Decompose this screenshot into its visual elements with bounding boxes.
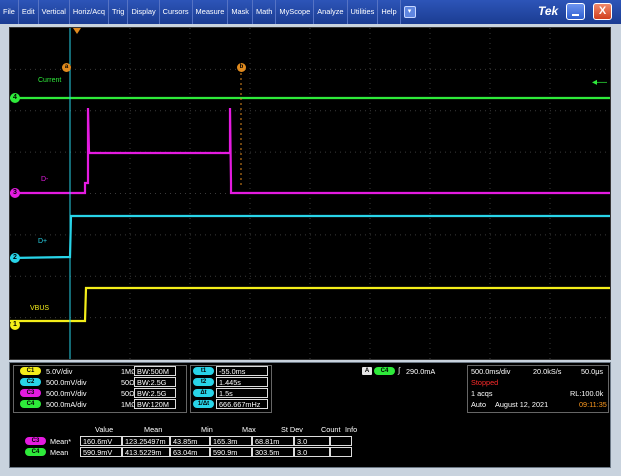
ch1-badge[interactable]: C1	[20, 367, 41, 375]
meas2-min: 63.04m	[173, 448, 198, 457]
menu-edit[interactable]: Edit	[19, 0, 39, 24]
ch3-scale: 500.0mV/div	[46, 389, 87, 398]
menu-math[interactable]: Math	[253, 0, 277, 24]
meas2-label: Mean	[50, 448, 69, 457]
cursor-t2-badge[interactable]: t2	[193, 378, 214, 386]
meas2-stdev: 303.5m	[255, 448, 280, 457]
ch4-badge[interactable]: C4	[20, 400, 41, 408]
cursor-freq-badge[interactable]: 1/Δt	[193, 400, 214, 408]
time-resolution: 50.0μs	[581, 367, 604, 376]
ch2-coupling: 50Ω	[121, 378, 135, 387]
ch1-ground-marker[interactable]: 1	[10, 320, 20, 330]
meas2-value: 590.9mV	[83, 448, 113, 457]
horizontal-scale: 500.0ms/div	[471, 367, 511, 376]
ch4-ground-marker[interactable]: 4	[10, 93, 20, 103]
ch3-bandwidth: BW:2.5G	[137, 389, 167, 398]
ch4-bandwidth: BW:120M	[137, 400, 169, 409]
acq-time: 09:11:35	[579, 400, 607, 409]
meas1-label: Mean*	[50, 437, 72, 446]
trigger-level: 290.0mA	[406, 367, 436, 376]
cursor-t1-badge[interactable]: t1	[193, 367, 214, 375]
ch3-dminus-waveform	[10, 107, 610, 195]
ch2-bandwidth: BW:2.5G	[137, 378, 167, 387]
menu-measure[interactable]: Measure	[193, 0, 229, 24]
meas-header-mean: Mean	[144, 425, 163, 434]
trigger-level-arrow[interactable]: ◂—	[592, 77, 607, 88]
cursor-t2-value: 1.445s	[219, 378, 241, 387]
trigger-mode: Auto	[471, 400, 487, 409]
meas1-count: 3.0	[297, 437, 308, 446]
cursor-t1-value: -55.0ms	[219, 367, 246, 376]
ch4-scale: 500.0mA/div	[46, 400, 87, 409]
menu-cursors[interactable]: Cursors	[160, 0, 193, 24]
label-vbus: VBUS	[30, 305, 50, 312]
meas-header-max: Max	[242, 425, 256, 434]
meas-header-info: Info	[345, 425, 358, 434]
ch2-ground-marker[interactable]: 2	[10, 253, 20, 263]
menu-bar: File Edit Vertical Horiz/Acq Trig Displa…	[0, 0, 621, 24]
cursor-a-marker[interactable]: a	[62, 63, 71, 72]
meas1-min: 43.85m	[173, 437, 198, 446]
meas1-source-badge[interactable]: C3	[25, 437, 46, 445]
menu-help[interactable]: Help	[378, 0, 401, 24]
record-length: RL:100.0k	[570, 389, 604, 398]
ch2-dplus-waveform	[10, 214, 610, 260]
trigger-slope-icon: ∫	[398, 366, 401, 375]
cursor-delta-value: 1.5s	[219, 389, 233, 398]
meas2-max: 590.9m	[213, 448, 238, 457]
label-dplus: D+	[38, 238, 48, 245]
menu-dropdown-icon[interactable]: ▾	[403, 6, 416, 18]
menu-mask[interactable]: Mask	[228, 0, 253, 24]
cursor-freq-value: 666.667mHz	[219, 400, 261, 409]
readout-panel: C1 5.0V/div 1MΩ BW:500M C2 500.0mV/div 5…	[9, 362, 611, 468]
waveforms	[10, 28, 610, 359]
menu-myscope[interactable]: MyScope	[276, 0, 315, 24]
cursor-b-marker[interactable]: b	[237, 63, 246, 72]
ch3-ground-marker[interactable]: 3	[10, 188, 20, 198]
ch3-coupling: 50Ω	[121, 389, 135, 398]
meas2-count: 3.0	[297, 448, 308, 457]
meas1-value: 160.6mV	[83, 437, 113, 446]
meas-header-value: Value	[95, 425, 114, 434]
meas2-source-badge[interactable]: C4	[25, 448, 46, 456]
ch2-badge[interactable]: C2	[20, 378, 41, 386]
label-dminus: D-	[41, 176, 49, 183]
ch1-bandwidth: BW:500M	[137, 367, 169, 376]
menu-horiz-acq[interactable]: Horiz/Acq	[70, 0, 109, 24]
acq-date: August 12, 2021	[495, 400, 549, 409]
ch2-scale: 500.0mV/div	[46, 378, 87, 387]
menu-display[interactable]: Display	[128, 0, 160, 24]
menu-vertical[interactable]: Vertical	[39, 0, 70, 24]
ch1-scale: 5.0V/div	[46, 367, 73, 376]
meas-header-stdev: St Dev	[281, 425, 303, 434]
meas1-stdev: 68.81m	[255, 437, 280, 446]
meas1-max: 165.3m	[213, 437, 238, 446]
meas2-mean: 413.5229m	[125, 448, 162, 457]
cursor-delta-badge[interactable]: Δt	[193, 389, 214, 397]
menu-file[interactable]: File	[0, 0, 19, 24]
close-button[interactable]: X	[593, 3, 612, 20]
menu-trig[interactable]: Trig	[109, 0, 129, 24]
menu-utilities[interactable]: Utilities	[348, 0, 379, 24]
label-current: Current	[38, 77, 62, 84]
trigger-position-marker[interactable]	[73, 28, 81, 34]
ch1-vbus-waveform	[10, 286, 610, 323]
brand-logo: Tek	[538, 4, 559, 18]
sample-rate: 20.0kS/s	[533, 367, 562, 376]
waveform-display[interactable]: a b ◂— Current D- D+ VBUS 1 2 3 4	[9, 27, 611, 360]
meas1-mean: 123.25497m	[125, 437, 166, 446]
trigger-a-badge: A	[362, 367, 372, 375]
ch3-badge[interactable]: C3	[20, 389, 41, 397]
trigger-source-badge: C4	[374, 367, 395, 375]
acquisition-state: Stopped	[471, 378, 499, 387]
minimize-button[interactable]	[566, 3, 585, 20]
meas-header-min: Min	[201, 425, 213, 434]
meas-header-count: Count	[321, 425, 341, 434]
menu-analyze[interactable]: Analyze	[314, 0, 348, 24]
acquisition-count: 1 acqs	[471, 389, 493, 398]
